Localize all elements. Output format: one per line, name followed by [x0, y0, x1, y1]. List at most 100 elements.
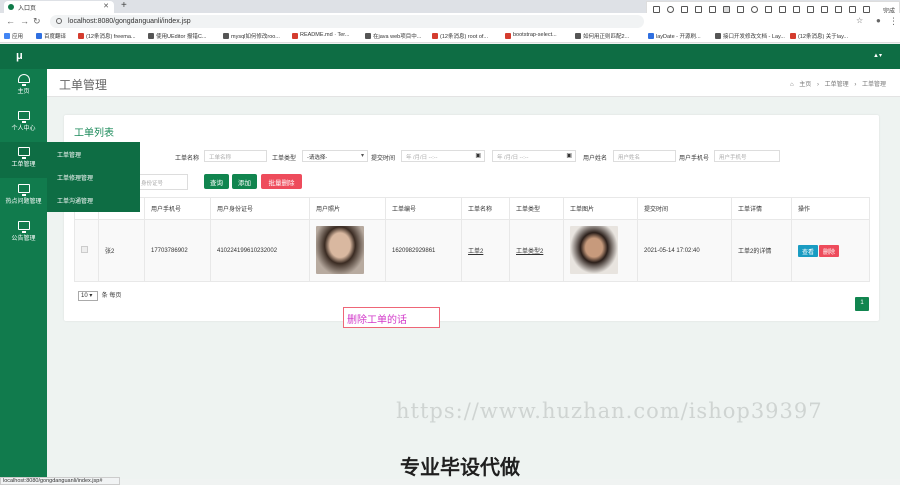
- browser-tab[interactable]: 入口页 ✕: [4, 1, 114, 13]
- apps-icon: [4, 33, 10, 39]
- bookmark-item[interactable]: 使用UEditor 报错C...: [148, 32, 206, 40]
- bookmark-favicon-icon: [790, 33, 796, 39]
- delete-button[interactable]: 删除: [819, 244, 840, 257]
- rectangle-tool-icon[interactable]: [653, 6, 660, 13]
- new-tab-icon[interactable]: +: [121, 0, 127, 11]
- card-title: 工单列表: [74, 128, 114, 139]
- star-icon[interactable]: ☆: [856, 16, 863, 25]
- batch-delete-button[interactable]: 批量删除: [261, 174, 302, 189]
- bookmark-item[interactable]: 在java web项目中...: [365, 32, 421, 40]
- order-type-select[interactable]: -请选择-: [302, 150, 368, 162]
- phone-cell: 17703786902: [144, 219, 211, 282]
- forward-icon[interactable]: →: [20, 16, 29, 26]
- calendar-icon[interactable]: ▣: [566, 152, 572, 159]
- submenu-item-repair[interactable]: 工单修理管理: [57, 173, 93, 182]
- user-phone-input[interactable]: 用户手机号: [714, 150, 780, 162]
- column-header-user-photo: 用户照片: [309, 197, 386, 220]
- monitor-icon: [17, 147, 30, 159]
- order-type-link[interactable]: 工单类型2: [516, 249, 543, 255]
- bookmark-favicon-icon: [292, 33, 298, 39]
- column-header-actions: 操作: [791, 197, 870, 220]
- dashboard-icon: [17, 74, 30, 86]
- cancel-icon[interactable]: [863, 6, 870, 13]
- bookmark-item[interactable]: layDate - 开源刷...: [648, 32, 701, 40]
- bookmark-favicon-icon: [648, 33, 654, 39]
- calendar-icon[interactable]: ▣: [475, 152, 481, 159]
- bookmark-item[interactable]: mysql如何修改roo...: [223, 32, 280, 40]
- user-name-input[interactable]: 用户姓名: [613, 150, 676, 162]
- add-button[interactable]: 添加: [232, 174, 257, 189]
- text-tool-icon[interactable]: [723, 6, 730, 13]
- close-tab-icon[interactable]: ✕: [103, 2, 109, 10]
- column-header-submit-time: 提交时间: [637, 197, 732, 220]
- sidebar-item-work-orders[interactable]: 工单管理: [0, 142, 47, 178]
- status-bar-url: localhost:8080/gongdanguanli/index.jsp#: [0, 477, 120, 485]
- home-icon: ⌂: [789, 82, 794, 88]
- submenu-item-work-orders[interactable]: 工单管理: [57, 150, 81, 159]
- bookmark-item[interactable]: README.md · Ter...: [292, 32, 349, 39]
- sidebar-item-home[interactable]: 主页: [0, 69, 47, 105]
- bookmark-favicon-icon: [505, 33, 511, 39]
- copy-icon[interactable]: [821, 6, 828, 13]
- bookmark-item[interactable]: bootstrap-select...: [505, 32, 557, 39]
- user-dropdown-icon[interactable]: ▲▾: [873, 52, 882, 59]
- back-icon[interactable]: ←: [6, 16, 15, 26]
- marker-tool-icon[interactable]: [737, 6, 744, 13]
- reload-icon[interactable]: ↻: [33, 16, 41, 27]
- id-card-input[interactable]: 身份证号: [136, 174, 188, 190]
- sidebar-item-personal-center[interactable]: 个人中心: [0, 106, 47, 142]
- app-header: μ ▲▾: [0, 44, 900, 69]
- pen-tool-icon[interactable]: [695, 6, 702, 13]
- per-page-label: 条 每页: [101, 293, 122, 299]
- site-info-icon[interactable]: [56, 18, 62, 24]
- actions-cell: 查看 删除: [791, 219, 870, 282]
- column-header-phone: 用户手机号: [144, 197, 211, 220]
- sidebar-item-announcements[interactable]: 公告管理: [0, 216, 47, 252]
- arrow-tool-icon[interactable]: [681, 6, 688, 13]
- page-size-select[interactable]: 10 ▾: [78, 291, 98, 301]
- table-row: 张2 17703786902 410224199610232002 162098…: [74, 219, 870, 282]
- bookmark-item[interactable]: 应用: [4, 32, 23, 40]
- pin-icon[interactable]: [807, 6, 814, 13]
- user-phone-label: 用户手机号: [679, 156, 710, 162]
- submit-time-end-input[interactable]: 年 /月/日 --:-- ▣: [492, 150, 576, 162]
- order-name-link[interactable]: 工单2: [468, 249, 483, 255]
- breadcrumb-home[interactable]: 主页: [799, 82, 811, 88]
- order-no-cell: 1620982929861: [385, 219, 462, 282]
- undo-icon[interactable]: [765, 6, 772, 13]
- url-text: localhost:8080/gongdanguanli/index.jsp: [68, 18, 191, 25]
- sidebar-item-hot-issues[interactable]: 热点问题管理: [0, 179, 47, 215]
- monitor-icon: [17, 184, 30, 196]
- sidebar-item-label: 个人中心: [11, 126, 36, 132]
- submenu-item-communication[interactable]: 工单沟通管理: [57, 196, 93, 205]
- bookmark-item[interactable]: (12条消息) root of...: [432, 32, 488, 40]
- ellipse-tool-icon[interactable]: [667, 6, 674, 13]
- bookmark-item[interactable]: 接口开发修改文档 - Lay...: [715, 32, 785, 40]
- number-tool-icon[interactable]: [751, 6, 758, 13]
- profile-icon[interactable]: ●: [876, 16, 881, 25]
- order-image: [570, 225, 618, 274]
- column-header-order-type: 工单类型: [509, 197, 564, 220]
- submit-time-start-input[interactable]: 年 /月/日 --:-- ▣: [401, 150, 485, 162]
- menu-icon[interactable]: ⋮: [889, 16, 898, 27]
- bookmark-item[interactable]: (12条消息) freema...: [78, 32, 136, 40]
- crop-icon[interactable]: [793, 6, 800, 13]
- search-button[interactable]: 查询: [204, 174, 229, 189]
- page-title: 工单管理: [59, 78, 108, 92]
- order-image-cell: [563, 219, 638, 282]
- app-logo: μ: [16, 50, 23, 62]
- view-button[interactable]: 查看: [798, 244, 819, 257]
- row-checkbox[interactable]: [81, 246, 88, 253]
- bookmark-item[interactable]: (12条消息) 关于lay...: [790, 32, 848, 40]
- address-bar-row: ← → ↻ localhost:8080/gongdanguanli/index…: [0, 13, 900, 30]
- url-bar[interactable]: localhost:8080/gongdanguanli/index.jsp: [50, 15, 644, 28]
- bookmark-icon[interactable]: [849, 6, 856, 13]
- breadcrumb-section[interactable]: 工单管理: [825, 82, 849, 88]
- save-icon[interactable]: [835, 6, 842, 13]
- mosaic-tool-icon[interactable]: [709, 6, 716, 13]
- pagination-current-page[interactable]: 1: [855, 297, 869, 311]
- bookmark-item[interactable]: 百度翻译: [36, 32, 66, 40]
- redo-icon[interactable]: [779, 6, 786, 13]
- bookmark-item[interactable]: 如何用正则匹配2...: [575, 32, 629, 40]
- order-name-input[interactable]: 工单名称: [204, 150, 267, 162]
